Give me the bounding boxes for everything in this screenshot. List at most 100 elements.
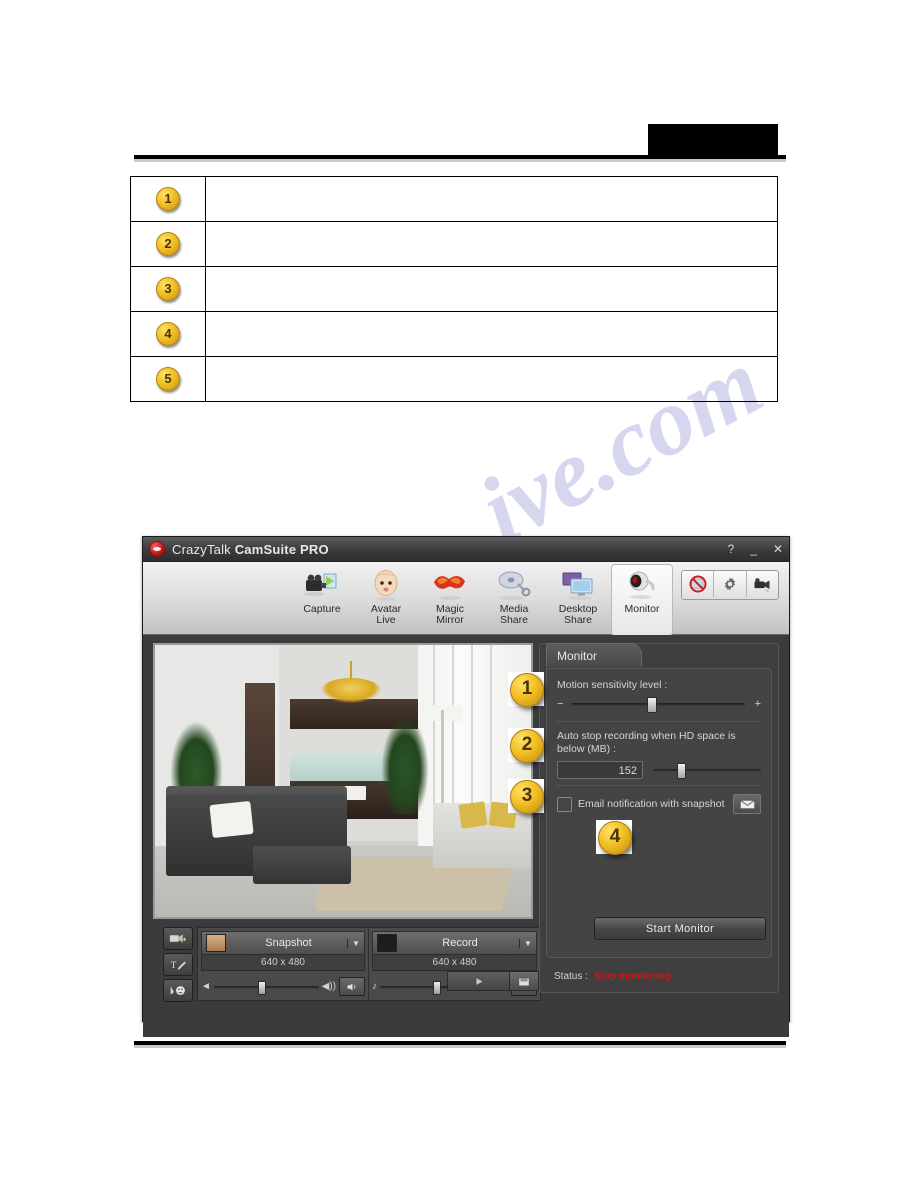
toolbar-right-tools [681, 570, 779, 600]
close-button[interactable]: ✕ [773, 543, 783, 555]
callout-badge-4: 4 [598, 821, 632, 855]
chevron-down-icon[interactable]: ▼ [519, 938, 536, 948]
callout-badge-3: 3 [510, 780, 544, 814]
legend-number-cell: 1 [130, 176, 206, 222]
slider-plus-label: + [754, 698, 761, 710]
application-window: CrazyTalk CamSuite PRO ? _ ✕ Capture Ava… [142, 536, 790, 1037]
divider [557, 721, 761, 722]
speaker-muted-icon: ◄ [201, 981, 211, 992]
redacted-header-box [648, 124, 778, 156]
video-preview[interactable] [153, 643, 533, 919]
snapshot-label: Snapshot [265, 937, 312, 949]
legend-desc-cell [205, 221, 778, 267]
legend-desc-cell [205, 356, 778, 402]
legend-badge: 1 [156, 187, 180, 211]
legend-desc-cell [205, 266, 778, 312]
email-notification-checkbox[interactable] [557, 796, 572, 812]
app-logo-icon [149, 541, 165, 557]
record-label: Record [442, 937, 478, 949]
email-notification-row: Email notification with snapshot [557, 794, 761, 814]
footer-rule [134, 1041, 786, 1045]
tab-strip: Capture Avatar Live Magic Mirror Media S… [291, 564, 673, 636]
autostop-label: Auto stop recording when HD space is bel… [557, 730, 736, 755]
speaker-icon: ◀)) [321, 981, 336, 992]
playback-row [447, 971, 539, 991]
app-title: CrazyTalk CamSuite PRO [172, 542, 329, 557]
legend-badge: 5 [156, 367, 180, 391]
emoticon-icon[interactable] [163, 979, 193, 1002]
app-title-light: CrazyTalk [172, 541, 235, 557]
table-row: 5 [130, 356, 778, 402]
mask-icon [430, 568, 470, 602]
snapshot-section: Snapshot ▼ 640 x 480 ◄ ◀)) [198, 928, 369, 1000]
legend-number-cell: 3 [130, 266, 206, 312]
webcam-icon [622, 568, 662, 602]
legend-number-cell: 4 [130, 311, 206, 357]
play-icon[interactable] [447, 971, 510, 991]
tab-avatar-live[interactable]: Avatar Live [355, 564, 417, 636]
gear-icon[interactable] [714, 571, 747, 597]
divider [557, 785, 761, 786]
monitor-column: Monitor Motion sensitivity level : − + A… [539, 643, 779, 993]
autostop-input[interactable]: 152 [557, 761, 643, 779]
text-tool-icon[interactable]: T [163, 953, 193, 976]
legend-table: 1 2 3 4 5 [130, 176, 778, 402]
email-notification-label: Email notification with snapshot [578, 798, 725, 810]
table-row: 2 [130, 221, 778, 267]
window-controls: ? _ ✕ [728, 537, 783, 561]
tab-media-share[interactable]: Media Share [483, 564, 545, 636]
legend-desc-cell [205, 311, 778, 357]
folder-icon[interactable] [510, 971, 539, 991]
record-thumb-icon [377, 934, 397, 952]
motion-sensitivity-label: Motion sensitivity level : [557, 679, 668, 691]
baby-face-icon [366, 568, 406, 602]
snapshot-resolution: 640 x 480 [201, 955, 365, 971]
legend-number-cell: 5 [130, 356, 206, 402]
volume-button-icon[interactable] [339, 977, 365, 996]
table-row: 1 [130, 176, 778, 222]
tab-capture[interactable]: Capture [291, 564, 353, 636]
envelope-icon[interactable] [733, 794, 761, 814]
preview-column: T Snapshot ▼ 640 x 480 ◄ ◀)) Record ▼ 64… [153, 643, 541, 1002]
tab-monitor[interactable]: Monitor [611, 564, 673, 636]
autostop-slider[interactable] [653, 763, 761, 779]
status-label: Status : [554, 971, 588, 982]
header-rule [134, 155, 786, 159]
camcorder-settings-icon[interactable] [747, 571, 778, 597]
chevron-down-icon[interactable]: ▼ [347, 938, 364, 948]
status-badge: Stop monitoring [593, 971, 672, 982]
side-button-column: T [163, 927, 193, 1005]
legend-badge: 4 [156, 322, 180, 346]
legend-number-cell: 2 [130, 221, 206, 267]
tab-magic-mirror-label: Magic Mirror [435, 603, 464, 626]
snapshot-thumb-icon [206, 934, 226, 952]
tab-desktop-share[interactable]: Desktop Share [547, 564, 609, 636]
status-row: Status : Stop monitoring [554, 971, 671, 982]
tab-magic-mirror[interactable]: Magic Mirror [419, 564, 481, 636]
start-monitor-button[interactable]: Start Monitor [594, 917, 766, 940]
legend-badge: 3 [156, 277, 180, 301]
camcorder-icon [302, 568, 342, 602]
monitor-panel-tab[interactable]: Monitor [546, 643, 642, 667]
tab-monitor-label: Monitor [624, 603, 660, 615]
monitor-panel-content: Motion sensitivity level : − + Auto stop… [546, 668, 772, 958]
toolbar: Capture Avatar Live Magic Mirror Media S… [143, 562, 789, 636]
record-button[interactable]: Record ▼ [372, 931, 537, 955]
document-page: ive.com nualsnlive 1 2 3 4 [0, 0, 918, 1188]
camera-setup-icon[interactable] [163, 927, 193, 950]
slider-minus-label: − [557, 698, 564, 710]
tab-capture-label: Capture [303, 603, 341, 615]
table-row: 3 [130, 266, 778, 312]
motion-sensitivity-slider[interactable]: − + [557, 697, 761, 713]
volume-slider[interactable] [213, 980, 319, 995]
avatar-disable-icon[interactable] [682, 571, 715, 597]
snapshot-button[interactable]: Snapshot ▼ [201, 931, 365, 955]
volume-slider-row: ◄ ◀)) [201, 977, 365, 996]
tab-avatar-live-label: Avatar Live [370, 603, 402, 626]
title-bar: CrazyTalk CamSuite PRO ? _ ✕ [143, 537, 789, 562]
minimize-button[interactable]: _ [750, 543, 757, 555]
app-title-bold: CamSuite PRO [234, 541, 329, 557]
help-button[interactable]: ? [728, 543, 735, 555]
legend-desc-cell [205, 176, 778, 222]
legend-badge: 2 [156, 232, 180, 256]
